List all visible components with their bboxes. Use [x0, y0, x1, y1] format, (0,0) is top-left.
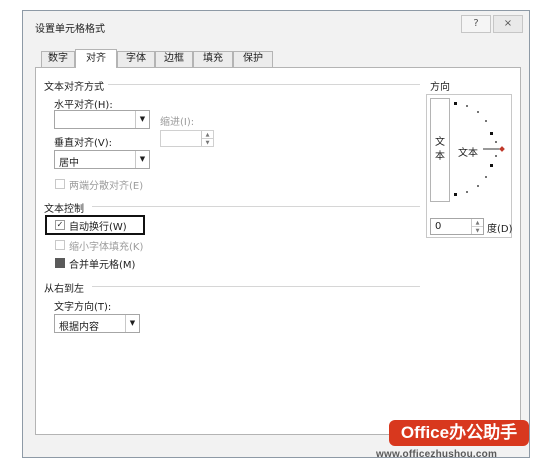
- merge-cells-checkbox[interactable]: [55, 258, 65, 268]
- horizontal-align-select[interactable]: ▼: [54, 110, 150, 129]
- text-direction-label: 文字方向(T):: [54, 302, 112, 313]
- chevron-down-icon: ▼: [135, 111, 149, 128]
- horizontal-align-label: 水平对齐(H):: [54, 100, 113, 111]
- spin-down-icon[interactable]: ▼: [202, 139, 213, 147]
- section-divider: [92, 206, 420, 207]
- indent-stepper[interactable]: ▲ ▼: [160, 130, 214, 147]
- rtl-heading: 从右到左: [44, 284, 84, 295]
- tab-protection[interactable]: 保护: [233, 51, 273, 67]
- dial-tick-lower-right: [490, 164, 493, 167]
- indent-label: 缩进(I):: [160, 117, 195, 128]
- vertical-text-char-1: 文: [435, 137, 445, 148]
- text-control-heading: 文本控制: [44, 204, 84, 215]
- vertical-align-select[interactable]: 居中 ▼: [54, 150, 150, 169]
- vertical-align-label: 垂直对齐(V):: [54, 138, 113, 149]
- shrink-to-fit-checkbox[interactable]: [55, 240, 65, 250]
- dial-dot: [495, 155, 497, 157]
- section-divider: [92, 286, 420, 287]
- chevron-down-icon: ▼: [135, 151, 149, 168]
- watermark-logo: Office办公助手: [389, 420, 529, 446]
- distributed-checkbox[interactable]: [55, 179, 65, 189]
- text-alignment-heading: 文本对齐方式: [44, 82, 104, 93]
- dial-tick-upper-right: [490, 132, 493, 135]
- dial-text: 文本: [458, 148, 478, 159]
- dial-dot: [466, 191, 468, 193]
- tab-number[interactable]: 数字: [41, 51, 75, 67]
- degrees-label: 度(D): [487, 224, 513, 235]
- dialog-title: 设置单元格格式: [35, 24, 105, 35]
- tab-border[interactable]: 边框: [155, 51, 193, 67]
- tab-fill[interactable]: 填充: [193, 51, 233, 67]
- section-divider: [108, 84, 420, 85]
- close-button[interactable]: ×: [493, 15, 523, 33]
- spin-buttons[interactable]: ▲ ▼: [471, 219, 483, 234]
- dial-handle[interactable]: [499, 146, 505, 152]
- spin-up-icon[interactable]: ▲: [202, 131, 213, 139]
- degrees-stepper[interactable]: 0 ▲ ▼: [430, 218, 484, 235]
- spin-up-icon[interactable]: ▲: [472, 219, 483, 227]
- dial-dot: [466, 105, 468, 107]
- tab-font[interactable]: 字体: [117, 51, 155, 67]
- vertical-align-value: 居中: [59, 158, 79, 169]
- dial-tick-bottom: [454, 193, 457, 196]
- help-button[interactable]: ?: [461, 15, 491, 33]
- dial-dot: [477, 185, 479, 187]
- watermark-url: www.officezhushou.com: [376, 449, 498, 460]
- alignment-panel: 文本对齐方式 水平对齐(H): ▼ 缩进(I): ▲ ▼ 垂直对齐(V): 居中…: [35, 67, 521, 435]
- merge-cells-label: 合并单元格(M): [69, 260, 136, 271]
- distributed-label: 两端分散对齐(E): [69, 181, 144, 192]
- text-direction-select[interactable]: 根据内容 ▼: [54, 314, 140, 333]
- dial-dot: [485, 120, 487, 122]
- orientation-box: 文 本 文本: [426, 94, 512, 238]
- wrap-text-checkbox[interactable]: ✓: [55, 220, 65, 230]
- format-cells-dialog: 设置单元格格式 ? × 数字 对齐 字体 边框 填充 保护 文本对齐方式 水平对…: [22, 10, 530, 458]
- orientation-heading: 方向: [430, 82, 450, 93]
- dial-dot: [485, 176, 487, 178]
- degrees-value: 0: [435, 221, 442, 232]
- dial-dot: [477, 111, 479, 113]
- text-direction-value: 根据内容: [59, 322, 99, 333]
- shrink-to-fit-label: 缩小字体填充(K): [69, 242, 144, 253]
- dial-dot: [495, 141, 497, 143]
- vertical-text-char-2: 本: [435, 151, 445, 162]
- tab-alignment[interactable]: 对齐: [75, 49, 117, 68]
- title-bar: 设置单元格格式 ? ×: [23, 11, 529, 41]
- vertical-text-button[interactable]: 文 本: [430, 98, 450, 202]
- dial-tick-top: [454, 102, 457, 105]
- spin-buttons[interactable]: ▲ ▼: [201, 131, 213, 146]
- chevron-down-icon: ▼: [125, 315, 139, 332]
- spin-down-icon[interactable]: ▼: [472, 227, 483, 235]
- wrap-text-label: 自动换行(W): [69, 222, 127, 233]
